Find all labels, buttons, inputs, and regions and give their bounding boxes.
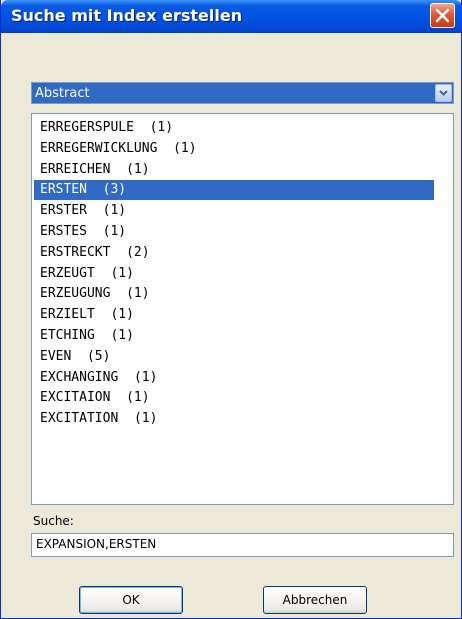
list-item[interactable]: ERZIELT (1) xyxy=(34,305,434,325)
list-item-count: (1) xyxy=(110,265,134,281)
list-item-term: ERSTRECKT xyxy=(40,244,111,260)
list-item-term: ERZIELT xyxy=(40,307,95,323)
cancel-button[interactable]: Abbrechen xyxy=(263,586,367,614)
list-item-count: (1) xyxy=(173,140,197,156)
ok-button[interactable]: OK xyxy=(79,586,183,614)
list-item-term: EVEN xyxy=(40,348,72,364)
list-item-term: ERZEUGUNG xyxy=(40,286,111,302)
field-select-dropdown-button[interactable] xyxy=(435,84,452,102)
list-item[interactable]: ERSTER (1) xyxy=(34,201,434,221)
search-index-dialog: Suche mit Index erstellen Abstract ERREG… xyxy=(0,0,462,619)
list-item-count: (1) xyxy=(149,120,174,135)
list-item-term: ETCHING xyxy=(40,328,95,343)
list-item-term: ERSTES xyxy=(40,224,87,239)
list-item[interactable]: ERZEUGUNG (1) xyxy=(34,284,434,304)
list-item-count: (1) xyxy=(102,224,127,239)
list-item-count: (1) xyxy=(126,286,150,302)
search-label: Suche: xyxy=(33,514,74,528)
list-item[interactable]: EXCITAION (1) xyxy=(34,388,434,408)
list-item-term: ERREGERSPULE xyxy=(40,120,134,135)
chevron-down-icon xyxy=(439,90,448,96)
list-item-count: (1) xyxy=(126,390,150,406)
search-input[interactable]: EXPANSION,ERSTEN xyxy=(31,533,454,557)
list-item-count: (1) xyxy=(133,411,158,427)
list-item[interactable]: EXCHANGING (1) xyxy=(34,368,434,388)
list-item-count: (3) xyxy=(102,182,127,198)
list-item[interactable]: EXCITATION (1) xyxy=(34,409,434,429)
list-item[interactable]: ERSTRECKT (2) xyxy=(34,243,434,263)
list-item[interactable]: ERSTEN (3) xyxy=(34,180,434,201)
dialog-title: Suche mit Index erstellen xyxy=(11,6,243,25)
list-item-term: ERSTER xyxy=(40,203,87,219)
list-item-term: EXCITATION xyxy=(40,411,119,427)
list-item[interactable]: ERREICHEN (1) xyxy=(34,160,434,180)
list-item[interactable]: ERREGERWICKLUNG (1) xyxy=(34,139,434,159)
list-item-term: ERREICHEN xyxy=(40,161,111,177)
index-term-list[interactable]: ERREGERSPULE (1) ERREGERWICKLUNG (1) ERREI… xyxy=(31,113,454,505)
field-select[interactable]: Abstract xyxy=(31,82,454,104)
list-item-count: (1) xyxy=(110,307,134,323)
list-item[interactable]: ERREGERSPULE (1) xyxy=(34,118,434,138)
list-item-term: EXCITAION xyxy=(40,390,111,406)
list-item-term: ERSTEN xyxy=(40,182,87,198)
list-item-count: (1) xyxy=(110,328,134,343)
list-item[interactable]: ERZEUGT (1) xyxy=(34,264,434,284)
close-icon xyxy=(435,8,450,23)
list-item[interactable]: EVEN (5) xyxy=(34,347,434,367)
list-item-term: EXCHANGING xyxy=(40,369,119,385)
close-button[interactable] xyxy=(430,3,455,28)
list-item-count: (2) xyxy=(126,244,150,260)
list-item-term: ERREGERWICKLUNG xyxy=(40,140,158,156)
list-item-term: ERZEUGT xyxy=(40,265,95,281)
list-item-count: (1) xyxy=(102,203,127,219)
list-item[interactable]: ETCHING (1) xyxy=(34,326,434,346)
list-item-count: (5) xyxy=(86,348,111,364)
field-select-value: Abstract xyxy=(35,86,90,101)
list-item[interactable]: ERSTES (1) xyxy=(34,222,434,242)
list-item-count: (1) xyxy=(133,369,158,385)
list-item-count: (1) xyxy=(126,161,150,177)
title-bar[interactable]: Suche mit Index erstellen xyxy=(1,0,462,33)
